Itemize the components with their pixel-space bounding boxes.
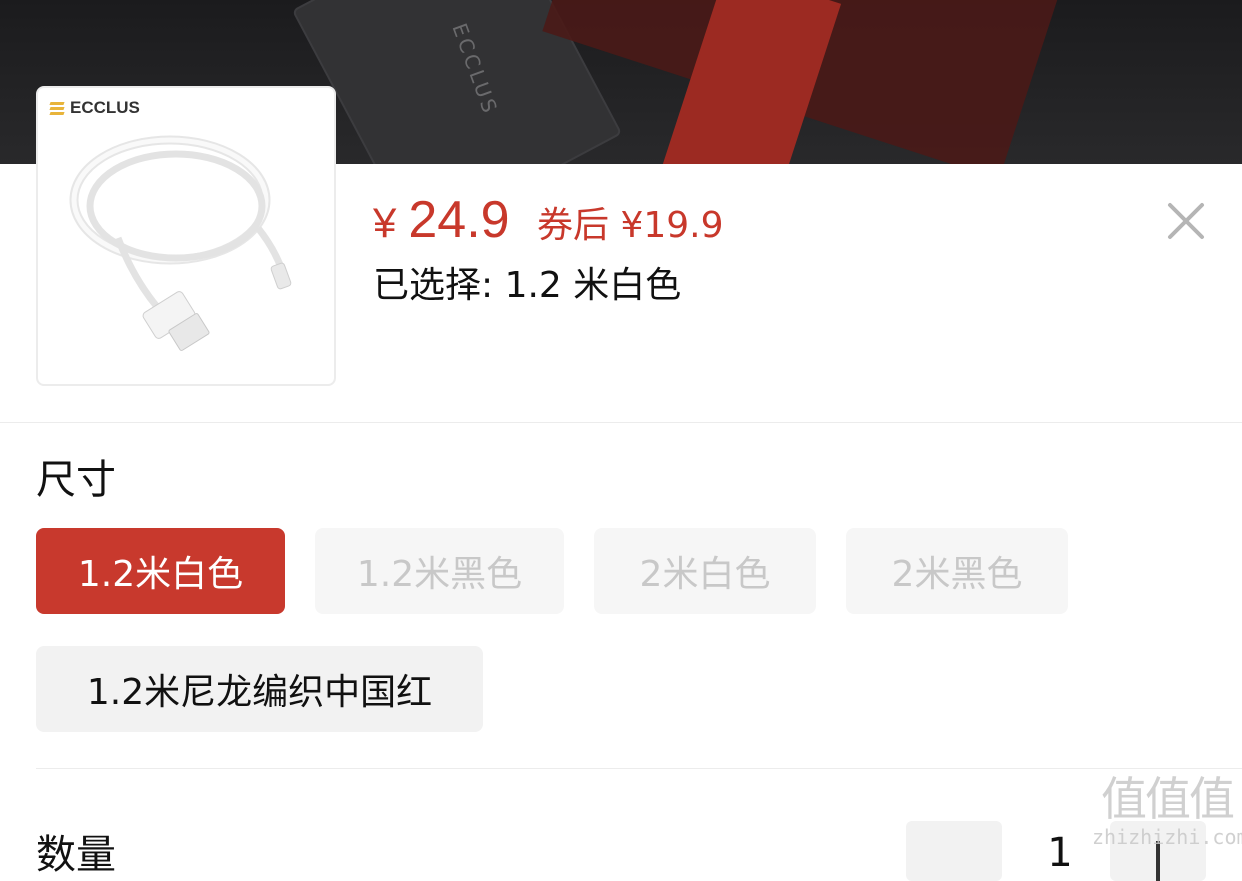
watermark-url: zhizhizhi.com xyxy=(1092,825,1242,849)
quantity-value[interactable]: 1 xyxy=(1030,828,1090,878)
option-1.2m-white[interactable]: 1.2米白色 xyxy=(36,528,285,614)
product-thumbnail[interactable]: ECCLUS xyxy=(36,86,336,386)
price-value: 24.9 xyxy=(408,191,510,249)
product-price: ¥24.9 xyxy=(373,188,510,255)
option-2m-black[interactable]: 2米黑色 xyxy=(846,528,1068,614)
selected-variant: 已选择: 1.2 米白色 xyxy=(373,265,682,306)
quantity-decrease-button[interactable] xyxy=(906,821,1002,881)
coupon-price: 券后 ¥19.9 xyxy=(537,205,724,246)
option-1.2m-nylon-red[interactable]: 1.2米尼龙编织中国红 xyxy=(36,646,483,732)
divider xyxy=(36,768,1242,769)
close-icon xyxy=(1168,203,1204,239)
spec-title: 尺寸 xyxy=(36,457,116,503)
watermark-logo: 值值值 xyxy=(1101,772,1235,826)
divider xyxy=(0,422,1242,423)
option-1.2m-black[interactable]: 1.2米黑色 xyxy=(315,528,564,614)
option-2m-white[interactable]: 2米白色 xyxy=(594,528,816,614)
site-watermark: 值值值 zhizhizhi.com xyxy=(1092,772,1242,848)
quantity-title: 数量 xyxy=(36,832,116,878)
currency-symbol: ¥ xyxy=(373,199,397,246)
usb-cable-image xyxy=(69,135,292,351)
close-button[interactable] xyxy=(1160,195,1212,247)
